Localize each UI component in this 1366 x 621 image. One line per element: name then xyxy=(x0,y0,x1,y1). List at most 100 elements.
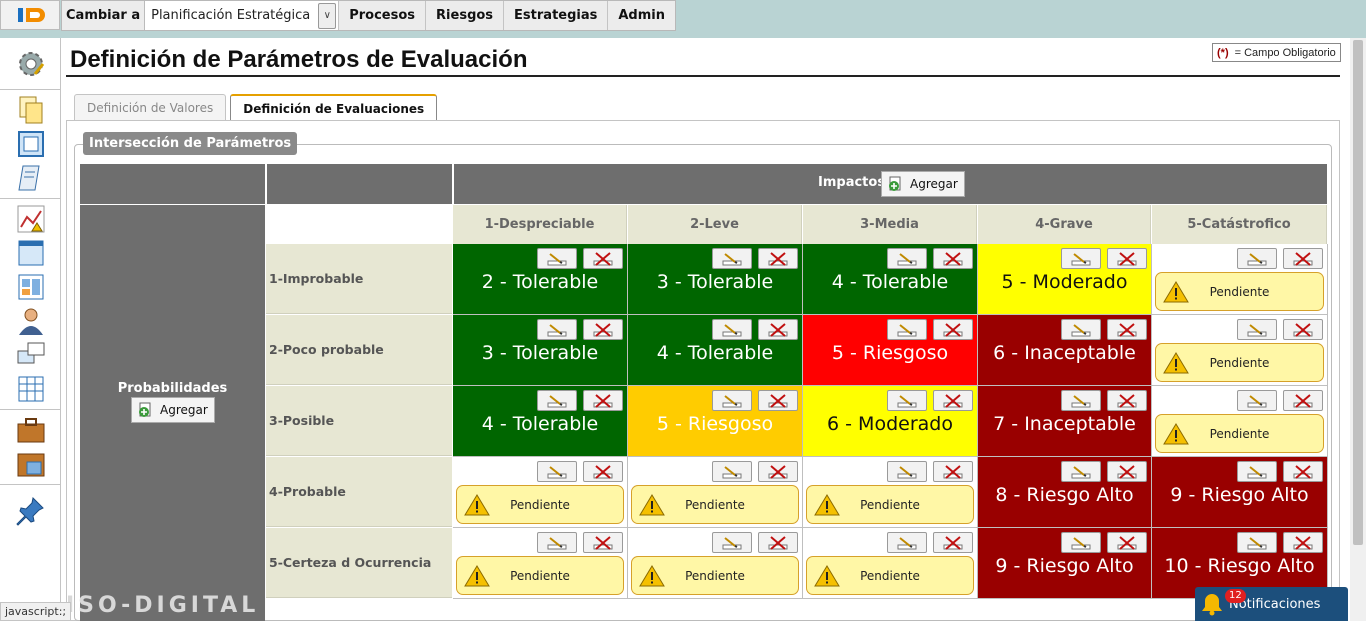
pending-badge[interactable]: Pendiente xyxy=(806,556,974,595)
delete-button[interactable] xyxy=(1107,390,1147,411)
building-icon[interactable] xyxy=(0,447,61,481)
evaluation-cell[interactable]: Pendiente xyxy=(1152,244,1328,315)
evaluation-cell[interactable]: 3 - Tolerable xyxy=(628,244,803,315)
menu-procesos[interactable]: Procesos xyxy=(339,1,427,30)
edit-button[interactable] xyxy=(712,248,752,269)
pin-icon[interactable] xyxy=(0,488,61,532)
user-icon[interactable] xyxy=(0,304,61,338)
briefcase-icon[interactable] xyxy=(0,413,61,447)
pending-badge[interactable]: Pendiente xyxy=(631,556,799,595)
delete-button[interactable] xyxy=(758,390,798,411)
delete-button[interactable] xyxy=(933,461,973,482)
edit-button[interactable] xyxy=(537,390,577,411)
pending-badge[interactable]: Pendiente xyxy=(806,485,974,524)
evaluation-cell[interactable]: 4 - Tolerable xyxy=(453,386,628,457)
menu-admin[interactable]: Admin xyxy=(608,1,675,30)
notifications-button[interactable]: 12 Notificaciones xyxy=(1195,587,1348,621)
delete-button[interactable] xyxy=(1283,390,1323,411)
edit-button[interactable] xyxy=(887,461,927,482)
edit-button[interactable] xyxy=(1061,390,1101,411)
pending-badge[interactable]: Pendiente xyxy=(1155,343,1324,382)
menu-riesgos[interactable]: Riesgos xyxy=(426,1,505,30)
vertical-scrollbar[interactable] xyxy=(1350,38,1366,621)
delete-button[interactable] xyxy=(933,248,973,269)
frame-icon[interactable] xyxy=(0,127,61,161)
edit-button[interactable] xyxy=(1061,532,1101,553)
edit-button[interactable] xyxy=(537,319,577,340)
delete-button[interactable] xyxy=(1283,532,1323,553)
app-logo[interactable] xyxy=(0,0,60,30)
edit-button[interactable] xyxy=(887,390,927,411)
delete-button[interactable] xyxy=(1283,461,1323,482)
delete-button[interactable] xyxy=(758,461,798,482)
evaluation-cell[interactable]: Pendiente xyxy=(628,528,803,599)
edit-button[interactable] xyxy=(887,532,927,553)
pending-badge[interactable]: Pendiente xyxy=(631,485,799,524)
menu-estrategias[interactable]: Estrategias xyxy=(504,1,609,30)
evaluation-cell[interactable]: 6 - Inaceptable xyxy=(978,315,1152,386)
edit-button[interactable] xyxy=(1061,319,1101,340)
delete-button[interactable] xyxy=(758,319,798,340)
evaluation-cell[interactable]: Pendiente xyxy=(1152,386,1328,457)
evaluation-cell[interactable]: 4 - Tolerable xyxy=(628,315,803,386)
scroll-icon[interactable] xyxy=(0,161,61,195)
delete-button[interactable] xyxy=(1107,461,1147,482)
layout-icon[interactable] xyxy=(0,270,61,304)
edit-button[interactable] xyxy=(1061,248,1101,269)
plan-select[interactable]: Planificación Estratégica ∨ xyxy=(144,1,340,30)
evaluation-cell[interactable]: 8 - Riesgo Alto xyxy=(978,457,1152,528)
evaluation-cell[interactable]: 9 - Riesgo Alto xyxy=(1152,457,1328,528)
delete-button[interactable] xyxy=(583,248,623,269)
delete-button[interactable] xyxy=(758,248,798,269)
delete-button[interactable] xyxy=(933,390,973,411)
tab-definicion-evaluaciones[interactable]: Definición de Evaluaciones xyxy=(230,94,438,122)
edit-button[interactable] xyxy=(1237,390,1277,411)
evaluation-cell[interactable]: 3 - Tolerable xyxy=(453,315,628,386)
agregar-impacto-button[interactable]: Agregar xyxy=(881,171,965,197)
evaluation-cell[interactable]: Pendiente xyxy=(628,457,803,528)
edit-button[interactable] xyxy=(712,461,752,482)
evaluation-cell[interactable]: Pendiente xyxy=(1152,315,1328,386)
tab-definicion-valores[interactable]: Definición de Valores xyxy=(74,94,227,121)
delete-button[interactable] xyxy=(1283,248,1323,269)
edit-button[interactable] xyxy=(1061,461,1101,482)
evaluation-cell[interactable]: 5 - Moderado xyxy=(978,244,1152,315)
edit-button[interactable] xyxy=(537,461,577,482)
edit-button[interactable] xyxy=(537,532,577,553)
pending-badge[interactable]: Pendiente xyxy=(456,556,624,595)
chevron-down-icon[interactable]: ∨ xyxy=(318,2,337,29)
evaluation-cell[interactable]: Pendiente xyxy=(803,528,978,599)
edit-button[interactable] xyxy=(1237,319,1277,340)
edit-button[interactable] xyxy=(1237,248,1277,269)
window-icon[interactable] xyxy=(0,236,61,270)
delete-button[interactable] xyxy=(1107,248,1147,269)
evaluation-cell[interactable]: 5 - Riesgoso xyxy=(803,315,978,386)
evaluation-cell[interactable]: Pendiente xyxy=(453,528,628,599)
edit-button[interactable] xyxy=(1237,532,1277,553)
table-icon[interactable] xyxy=(0,372,61,406)
edit-button[interactable] xyxy=(1237,461,1277,482)
edit-button[interactable] xyxy=(537,248,577,269)
gear-icon[interactable] xyxy=(0,41,61,87)
pending-badge[interactable]: Pendiente xyxy=(1155,272,1324,311)
evaluation-cell[interactable]: 6 - Moderado xyxy=(803,386,978,457)
evaluation-cell[interactable]: 7 - Inaceptable xyxy=(978,386,1152,457)
edit-button[interactable] xyxy=(887,248,927,269)
evaluation-cell[interactable]: 2 - Tolerable xyxy=(453,244,628,315)
edit-button[interactable] xyxy=(712,319,752,340)
edit-button[interactable] xyxy=(887,319,927,340)
delete-button[interactable] xyxy=(933,319,973,340)
evaluation-cell[interactable]: Pendiente xyxy=(803,457,978,528)
delete-button[interactable] xyxy=(1107,319,1147,340)
evaluation-cell[interactable]: 9 - Riesgo Alto xyxy=(978,528,1152,599)
delete-button[interactable] xyxy=(1283,319,1323,340)
delete-button[interactable] xyxy=(583,461,623,482)
documents-icon[interactable] xyxy=(0,93,61,127)
pending-badge[interactable]: Pendiente xyxy=(1155,414,1324,453)
evaluation-cell[interactable]: Pendiente xyxy=(453,457,628,528)
evaluation-cell[interactable]: 4 - Tolerable xyxy=(803,244,978,315)
evaluation-cell[interactable]: 5 - Riesgoso xyxy=(628,386,803,457)
delete-button[interactable] xyxy=(583,390,623,411)
delete-button[interactable] xyxy=(583,532,623,553)
chart-warning-icon[interactable] xyxy=(0,202,61,236)
